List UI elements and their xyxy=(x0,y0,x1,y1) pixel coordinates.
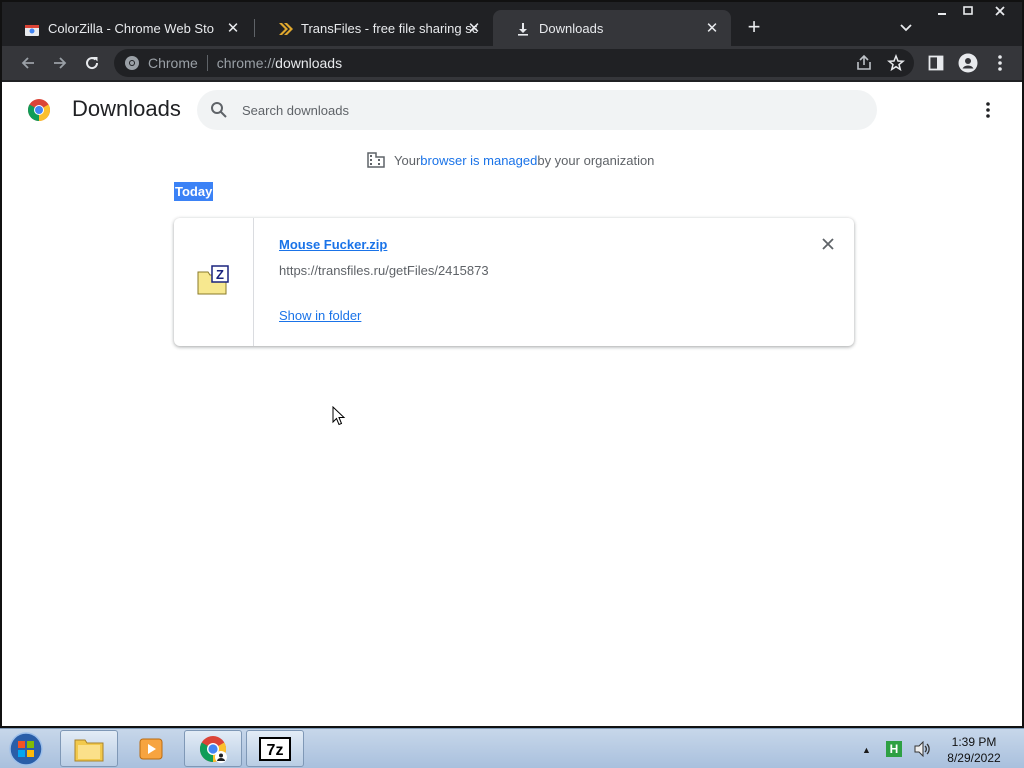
volume-icon[interactable] xyxy=(914,741,932,757)
close-window-button[interactable] xyxy=(982,2,1018,20)
more-vert-icon xyxy=(998,55,1002,71)
chevron-down-icon xyxy=(900,24,912,32)
browser-window: ColorZilla - Chrome Web Store ✕ TransFil… xyxy=(0,0,1024,728)
maximize-button[interactable] xyxy=(954,2,982,20)
tab-transfiles[interactable]: TransFiles - free file sharing servi ✕ xyxy=(255,10,493,46)
search-icon xyxy=(211,102,227,118)
arrow-right-icon xyxy=(54,57,67,69)
profile-icon xyxy=(958,53,978,73)
media-player-icon xyxy=(139,738,163,759)
download-source-url: https://transfiles.ru/getFiles/2415873 xyxy=(279,263,489,278)
downloads-menu-button[interactable] xyxy=(976,98,1000,122)
start-orb-icon[interactable] xyxy=(6,730,46,768)
browser-toolbar: Chrome chrome://downloads xyxy=(2,46,1022,80)
side-panel-button[interactable] xyxy=(924,51,948,75)
arrow-left-icon xyxy=(21,57,34,69)
zip-file-icon: Z xyxy=(197,265,229,295)
system-clock[interactable]: 1:39 PM 8/29/2022 xyxy=(938,734,1010,766)
download-icon xyxy=(515,21,531,37)
downloads-page: Downloads Your browser is managed by you… xyxy=(2,82,1022,726)
taskbar-7zip[interactable]: 7z xyxy=(246,730,304,767)
mouse-cursor-icon xyxy=(332,406,346,426)
site-label: Chrome xyxy=(148,55,198,71)
downloads-header: Downloads xyxy=(2,82,1022,138)
divider xyxy=(206,55,208,71)
reload-icon xyxy=(86,57,99,70)
chrome-icon xyxy=(125,56,139,70)
tab-search-button[interactable] xyxy=(894,16,918,40)
close-icon[interactable]: ✕ xyxy=(224,19,242,37)
tab-title: Downloads xyxy=(539,20,604,36)
chrome-web-store-icon xyxy=(24,21,40,37)
taskbar-file-explorer[interactable] xyxy=(60,730,118,767)
share-button[interactable] xyxy=(852,51,876,75)
tray-h-icon[interactable]: H xyxy=(886,741,902,757)
forward-button[interactable] xyxy=(48,51,72,75)
date-section-label: Today xyxy=(174,182,214,201)
close-icon[interactable]: ✕ xyxy=(703,19,721,37)
managed-notice: Your browser is managed by your organiza… xyxy=(366,150,654,170)
download-item: Z Mouse Fucker.zip https://transfiles.ru… xyxy=(174,218,854,346)
tab-title: ColorZilla - Chrome Web Store xyxy=(48,20,214,36)
show-in-folder-link[interactable]: Show in folder xyxy=(279,308,361,323)
folder-icon xyxy=(74,739,104,761)
share-icon xyxy=(857,54,871,70)
tab-strip: ColorZilla - Chrome Web Store ✕ TransFil… xyxy=(2,2,1022,46)
7zip-icon: 7z xyxy=(259,736,291,761)
address-bar[interactable]: Chrome chrome://downloads xyxy=(114,49,914,77)
taskbar-chrome[interactable] xyxy=(184,730,242,767)
side-panel-icon xyxy=(928,55,944,71)
clock-time: 1:39 PM xyxy=(951,735,997,749)
windows-taskbar: 7z ▲ H 1:39 PM 8/29/2022 xyxy=(0,728,1024,768)
show-hidden-icons-button[interactable]: ▲ xyxy=(862,745,871,755)
page-title: Downloads xyxy=(72,96,181,121)
chrome-menu-button[interactable] xyxy=(988,51,1012,75)
remove-download-button[interactable] xyxy=(818,234,838,254)
tab-colorzilla[interactable]: ColorZilla - Chrome Web Store ✕ xyxy=(2,10,252,46)
url-text: chrome://downloads xyxy=(216,55,343,71)
taskbar-media-player[interactable] xyxy=(122,730,180,767)
new-tab-button[interactable]: + xyxy=(742,14,766,39)
chrome-icon xyxy=(199,735,227,763)
star-icon xyxy=(887,54,905,72)
search-downloads[interactable] xyxy=(197,90,877,130)
transfiles-icon xyxy=(277,21,293,37)
managed-link[interactable]: browser is managed xyxy=(420,153,537,168)
reload-button[interactable] xyxy=(80,51,104,75)
file-icon-column: Z xyxy=(174,218,254,346)
chrome-logo-icon xyxy=(28,99,50,121)
close-icon[interactable]: ✕ xyxy=(465,19,483,37)
close-icon xyxy=(822,238,834,250)
tab-title: TransFiles - free file sharing servi xyxy=(301,20,477,36)
svg-text:7z: 7z xyxy=(267,742,284,759)
more-vert-icon xyxy=(986,102,990,118)
back-button[interactable] xyxy=(16,51,40,75)
download-filename-link[interactable]: Mouse Fucker.zip xyxy=(279,237,387,252)
minimize-button[interactable] xyxy=(928,2,956,20)
clock-date: 8/29/2022 xyxy=(947,751,1001,765)
profile-button[interactable] xyxy=(956,51,980,75)
svg-text:Z: Z xyxy=(216,267,224,282)
tab-downloads[interactable]: Downloads ✕ xyxy=(493,10,731,46)
building-icon xyxy=(367,152,385,168)
site-info[interactable]: Chrome xyxy=(114,55,198,71)
search-input[interactable] xyxy=(242,98,842,122)
bookmark-button[interactable] xyxy=(884,51,908,75)
